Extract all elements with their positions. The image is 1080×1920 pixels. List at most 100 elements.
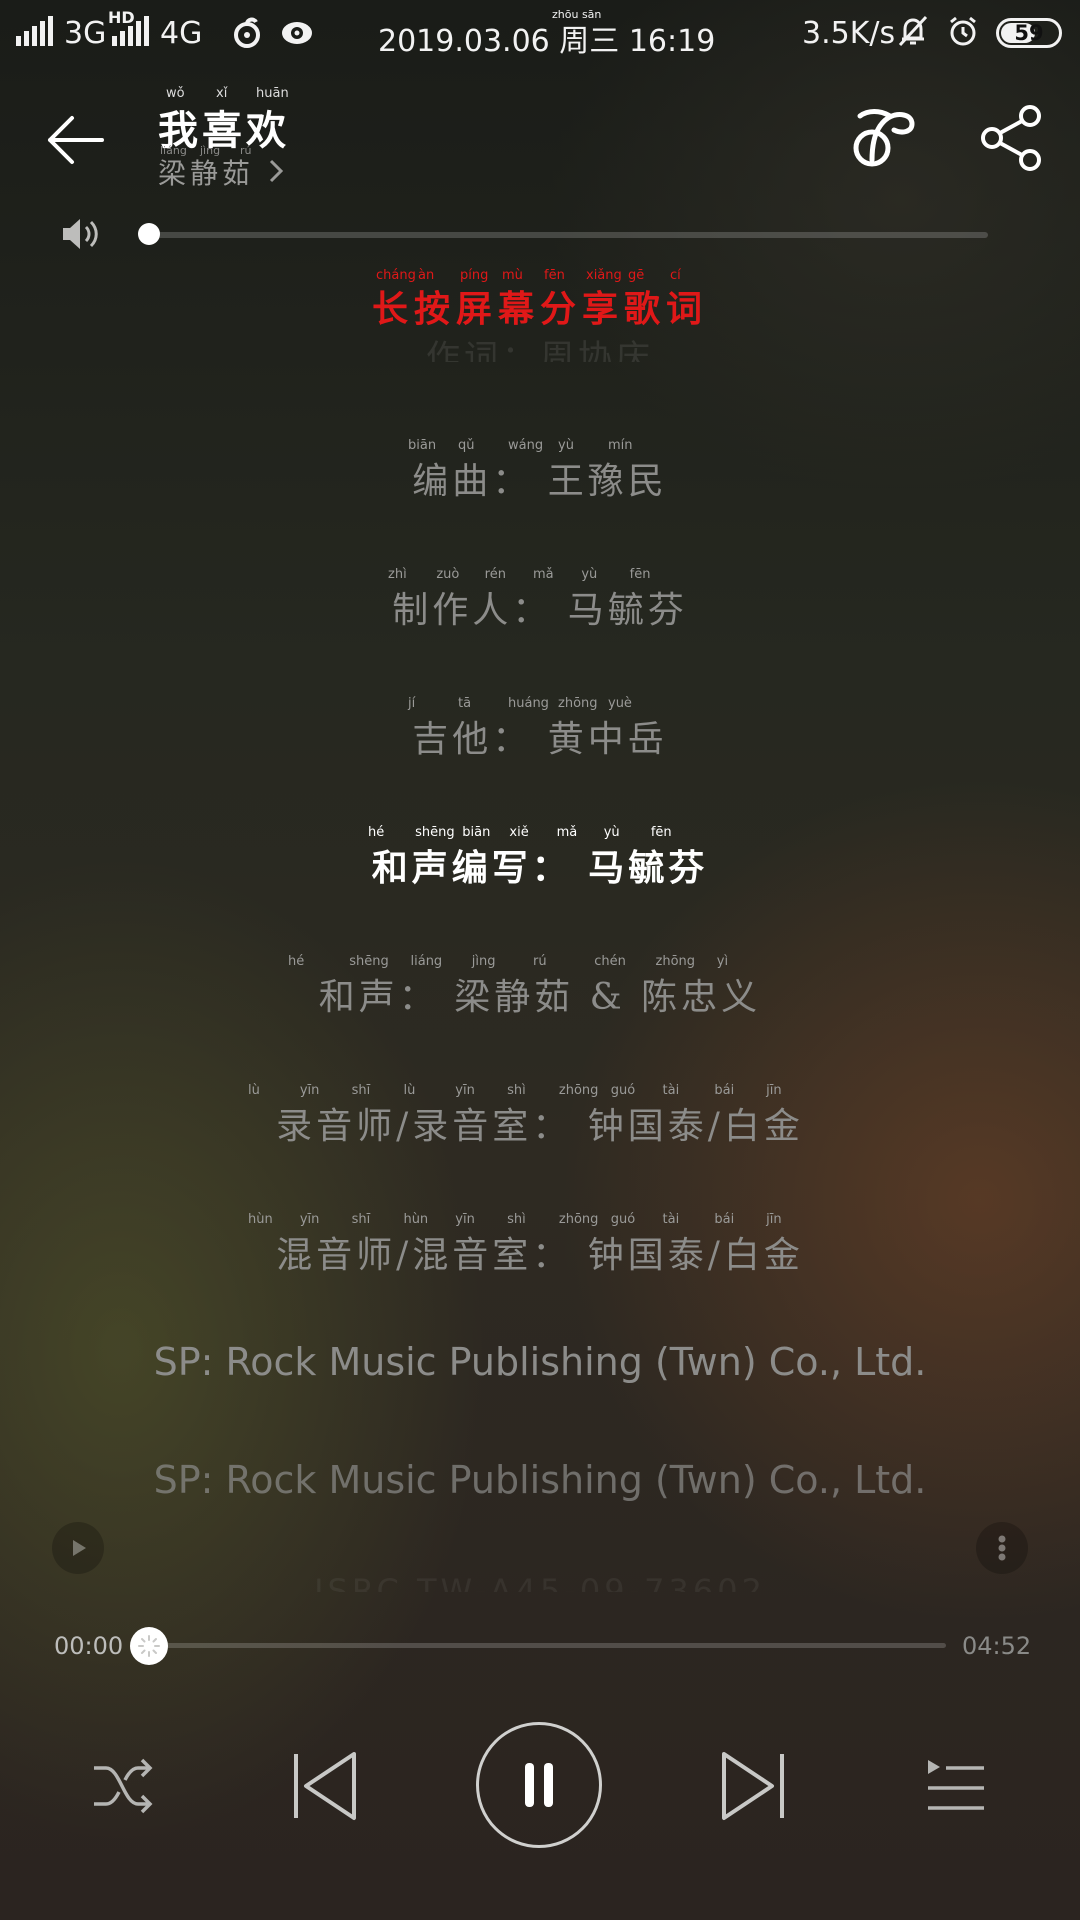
lyric-pinyin: tài xyxy=(662,1212,680,1227)
pause-icon xyxy=(525,1763,553,1807)
lyric-pinyin: rú xyxy=(533,954,547,969)
back-arrow-icon[interactable] xyxy=(42,104,114,176)
volume-slider-thumb[interactable] xyxy=(138,223,160,245)
lyric-pinyin: hé xyxy=(368,825,385,840)
lyric-sp-line-1: SP: Rock Music Publishing (Twn) Co., Ltd… xyxy=(153,1340,927,1384)
lyric-sp-line-2: SP: Rock Music Publishing (Twn) Co., Ltd… xyxy=(153,1458,927,1502)
lyric-pinyin: mǎ xyxy=(533,567,554,582)
next-icon[interactable] xyxy=(718,1748,788,1824)
lyric-pinyin: zhì xyxy=(388,567,407,582)
lyric-pinyin: liáng xyxy=(410,954,443,969)
lyric-pinyin: lù xyxy=(248,1083,260,1098)
total-time: 04:52 xyxy=(962,1632,1032,1660)
lyric-pinyin: yuè xyxy=(608,696,632,711)
lyric-line: 吉他： 黄中岳 xyxy=(412,719,668,760)
lyric-pinyin: yīn xyxy=(455,1083,475,1098)
lyric-line: 和声： 梁静茹 & 陈忠义 xyxy=(318,977,762,1018)
lyric-pinyin: fēn xyxy=(629,567,651,582)
lyric-pinyin: hùn xyxy=(248,1212,273,1227)
battery-indicator: 59 xyxy=(996,18,1062,48)
lyric-pinyin: yù xyxy=(581,567,598,582)
more-vertical-icon xyxy=(998,1535,1006,1561)
volume-slider-track[interactable] xyxy=(148,232,988,238)
lyric-pinyin: shī xyxy=(351,1083,371,1098)
lyric-pinyin: tā xyxy=(458,696,472,711)
lyric-pinyin: jīn xyxy=(766,1212,782,1227)
lyric-pinyin: fēn xyxy=(650,825,672,840)
network-4g-label: 4G xyxy=(160,16,203,51)
bell-muted-icon xyxy=(898,15,928,47)
net-speed: 3.5K/s xyxy=(802,16,896,51)
loading-spinner-icon xyxy=(138,1635,160,1657)
lyric-pinyin: shēng xyxy=(415,825,455,840)
hd-label: HD xyxy=(108,8,135,27)
lyric-line: 制作人： 马毓芬 xyxy=(392,590,688,631)
lyric-pinyin: guó xyxy=(610,1083,636,1098)
lyric-line: 录音师/录音室： 钟国泰/白金 xyxy=(276,1106,804,1147)
lyric-pinyin: zuò xyxy=(436,567,460,582)
lyric-pinyin: shì xyxy=(507,1212,526,1227)
current-time: 00:00 xyxy=(54,1632,124,1660)
shuffle-icon[interactable] xyxy=(90,1754,154,1818)
lyric-pinyin: bái xyxy=(714,1212,735,1227)
lyric-pinyin: biān xyxy=(462,825,491,840)
playlist-icon[interactable] xyxy=(924,1756,988,1816)
lyric-faded-bottom: ISRC TW-A45-09-73602 xyxy=(314,1572,766,1592)
lyric-more-button[interactable] xyxy=(976,1522,1028,1574)
share-icon[interactable] xyxy=(976,102,1048,174)
lyric-pinyin: lù xyxy=(403,1083,416,1098)
lyric-pinyin: biān xyxy=(408,438,437,453)
play-lyric-button[interactable] xyxy=(52,1522,104,1574)
eye-icon xyxy=(282,22,312,44)
progress-thumb[interactable] xyxy=(130,1627,168,1665)
lyric-pinyin: yù xyxy=(603,825,620,840)
previous-icon[interactable] xyxy=(290,1748,360,1824)
lyric-pinyin: wáng xyxy=(508,438,544,453)
lyric-pinyin: yīn xyxy=(299,1083,320,1098)
lyric-pinyin: bái xyxy=(714,1083,735,1098)
battery-level: 59 xyxy=(1014,21,1044,45)
lyric-pinyin: guó xyxy=(610,1212,636,1227)
status-bar: 3G HD 4G zhōu sān 2019.03.06 周三 16:19 3.… xyxy=(0,0,1080,70)
lyric-line: 编曲： 王豫民 xyxy=(412,461,668,502)
lyric-pinyin: zhōng xyxy=(655,954,696,969)
share-lyrics-hint: 长按屏幕分享歌词 xyxy=(371,288,708,330)
lyric-pinyin: yù xyxy=(558,438,574,453)
lyric-pinyin: yīn xyxy=(299,1212,320,1227)
volume-icon[interactable] xyxy=(60,214,102,254)
lyric-pinyin: zhōng xyxy=(558,1083,599,1098)
artist-link[interactable]: 梁静茹 xyxy=(158,152,285,192)
artist-name: 梁静茹 xyxy=(158,157,255,190)
lyric-pinyin: jīn xyxy=(766,1083,782,1098)
lyric-faded-top: 作词：周协庆 xyxy=(426,338,654,362)
netease-app-icon xyxy=(234,17,260,48)
lyric-pinyin: rén xyxy=(484,567,506,582)
lyric-pinyin: mǎ xyxy=(556,825,578,840)
lyric-pinyin: hùn xyxy=(403,1212,429,1227)
datetime: 2019.03.06 周三 16:19 xyxy=(378,24,716,59)
lyric-pinyin: shēng xyxy=(349,954,389,969)
network-3g-label: 3G xyxy=(64,16,107,51)
lyric-pinyin: mín xyxy=(608,438,633,453)
lyric-line-current: 和声编写： 马毓芬 xyxy=(371,847,709,889)
lyric-pinyin: xiě xyxy=(509,825,529,840)
chevron-right-icon xyxy=(269,159,284,183)
pause-button[interactable] xyxy=(476,1722,602,1848)
signal-icon xyxy=(16,16,53,46)
lyric-pinyin: yì xyxy=(716,954,729,969)
lyric-pinyin: shī xyxy=(351,1212,371,1227)
progress-track[interactable] xyxy=(160,1643,946,1648)
lyric-pinyin: qǔ xyxy=(458,438,475,453)
lyric-pinyin: huáng xyxy=(508,696,549,711)
lyric-pinyin: zhōng xyxy=(558,1212,599,1227)
lyric-pinyin: jìng xyxy=(471,954,496,969)
lyric-pinyin: tài xyxy=(662,1083,680,1098)
lyric-pinyin: jí xyxy=(408,696,416,711)
lyric-pinyin: chén xyxy=(594,954,626,969)
lyric-pinyin: hé xyxy=(288,954,305,969)
lyric-pinyin: zhōng xyxy=(558,696,598,711)
lyric-pinyin: shì xyxy=(507,1083,526,1098)
karaoke-icon[interactable] xyxy=(846,102,918,174)
lyric-pinyin: yīn xyxy=(455,1212,475,1227)
play-small-icon xyxy=(73,1540,86,1556)
